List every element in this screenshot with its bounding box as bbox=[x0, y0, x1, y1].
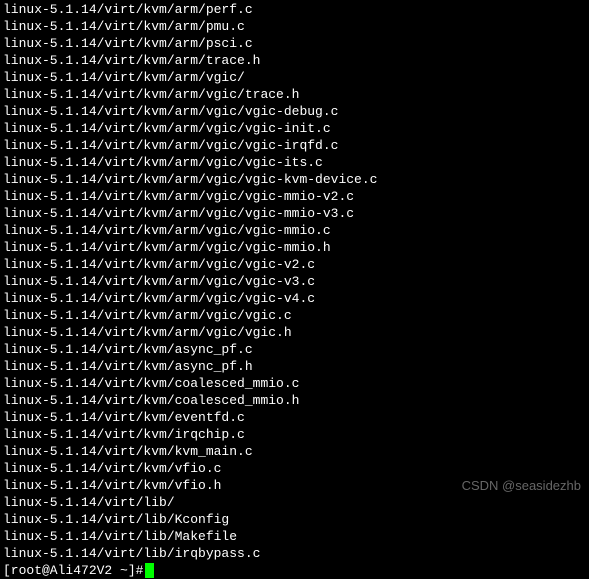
output-line: linux-5.1.14/virt/kvm/arm/pmu.c bbox=[3, 18, 586, 35]
output-line: linux-5.1.14/virt/kvm/arm/vgic/vgic-mmio… bbox=[3, 239, 586, 256]
output-line: linux-5.1.14/virt/kvm/irqchip.c bbox=[3, 426, 586, 443]
output-line: linux-5.1.14/virt/kvm/arm/vgic/vgic-mmio… bbox=[3, 188, 586, 205]
output-line: linux-5.1.14/virt/kvm/vfio.c bbox=[3, 460, 586, 477]
output-line: linux-5.1.14/virt/kvm/arm/vgic/ bbox=[3, 69, 586, 86]
prompt-line[interactable]: [root@Ali472V2 ~]# bbox=[3, 562, 586, 579]
output-line: linux-5.1.14/virt/lib/irqbypass.c bbox=[3, 545, 586, 562]
output-line: linux-5.1.14/virt/kvm/arm/vgic/vgic-debu… bbox=[3, 103, 586, 120]
output-line: linux-5.1.14/virt/kvm/kvm_main.c bbox=[3, 443, 586, 460]
output-line: linux-5.1.14/virt/kvm/arm/vgic/vgic-mmio… bbox=[3, 222, 586, 239]
output-line: linux-5.1.14/virt/kvm/async_pf.c bbox=[3, 341, 586, 358]
output-line: linux-5.1.14/virt/kvm/arm/vgic/vgic-its.… bbox=[3, 154, 586, 171]
output-line: linux-5.1.14/virt/kvm/coalesced_mmio.h bbox=[3, 392, 586, 409]
output-line: linux-5.1.14/virt/kvm/arm/psci.c bbox=[3, 35, 586, 52]
shell-prompt: [root@Ali472V2 ~]# bbox=[3, 562, 143, 579]
cursor bbox=[145, 563, 154, 578]
output-line: linux-5.1.14/virt/lib/Makefile bbox=[3, 528, 586, 545]
output-line: linux-5.1.14/virt/kvm/arm/trace.h bbox=[3, 52, 586, 69]
output-line: linux-5.1.14/virt/kvm/arm/vgic/vgic-kvm-… bbox=[3, 171, 586, 188]
output-line: linux-5.1.14/virt/lib/ bbox=[3, 494, 586, 511]
watermark: CSDN @seasidezhb bbox=[462, 477, 581, 494]
output-line: linux-5.1.14/virt/kvm/arm/vgic/vgic.h bbox=[3, 324, 586, 341]
output-line: linux-5.1.14/virt/kvm/eventfd.c bbox=[3, 409, 586, 426]
output-line: linux-5.1.14/virt/kvm/arm/vgic/vgic-v4.c bbox=[3, 290, 586, 307]
output-line: linux-5.1.14/virt/kvm/async_pf.h bbox=[3, 358, 586, 375]
output-line: linux-5.1.14/virt/kvm/arm/vgic/vgic-v3.c bbox=[3, 273, 586, 290]
output-line: linux-5.1.14/virt/lib/Kconfig bbox=[3, 511, 586, 528]
output-line: linux-5.1.14/virt/kvm/arm/perf.c bbox=[3, 1, 586, 18]
output-line: linux-5.1.14/virt/kvm/arm/vgic/vgic-init… bbox=[3, 120, 586, 137]
output-line: linux-5.1.14/virt/kvm/arm/vgic/vgic-mmio… bbox=[3, 205, 586, 222]
output-line: linux-5.1.14/virt/kvm/arm/vgic/vgic.c bbox=[3, 307, 586, 324]
output-line: linux-5.1.14/virt/kvm/arm/vgic/vgic-v2.c bbox=[3, 256, 586, 273]
output-line: linux-5.1.14/virt/kvm/coalesced_mmio.c bbox=[3, 375, 586, 392]
output-line: linux-5.1.14/virt/kvm/arm/vgic/trace.h bbox=[3, 86, 586, 103]
output-line: linux-5.1.14/virt/kvm/arm/vgic/vgic-irqf… bbox=[3, 137, 586, 154]
